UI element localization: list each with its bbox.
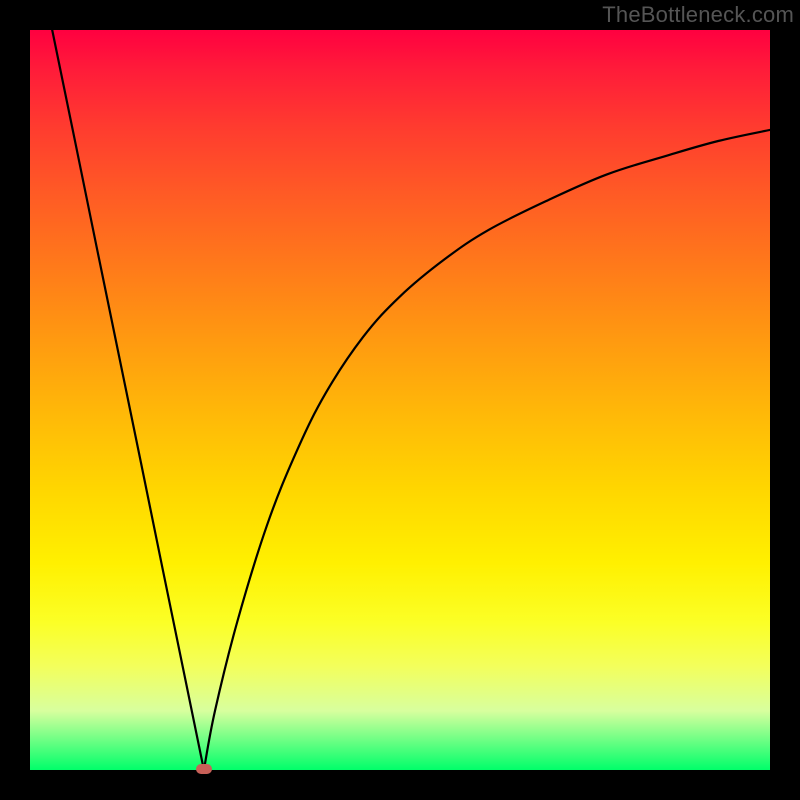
plot-area xyxy=(30,30,770,770)
watermark-text: TheBottleneck.com xyxy=(602,2,794,28)
chart-frame: TheBottleneck.com xyxy=(0,0,800,800)
optimum-marker xyxy=(196,764,212,774)
